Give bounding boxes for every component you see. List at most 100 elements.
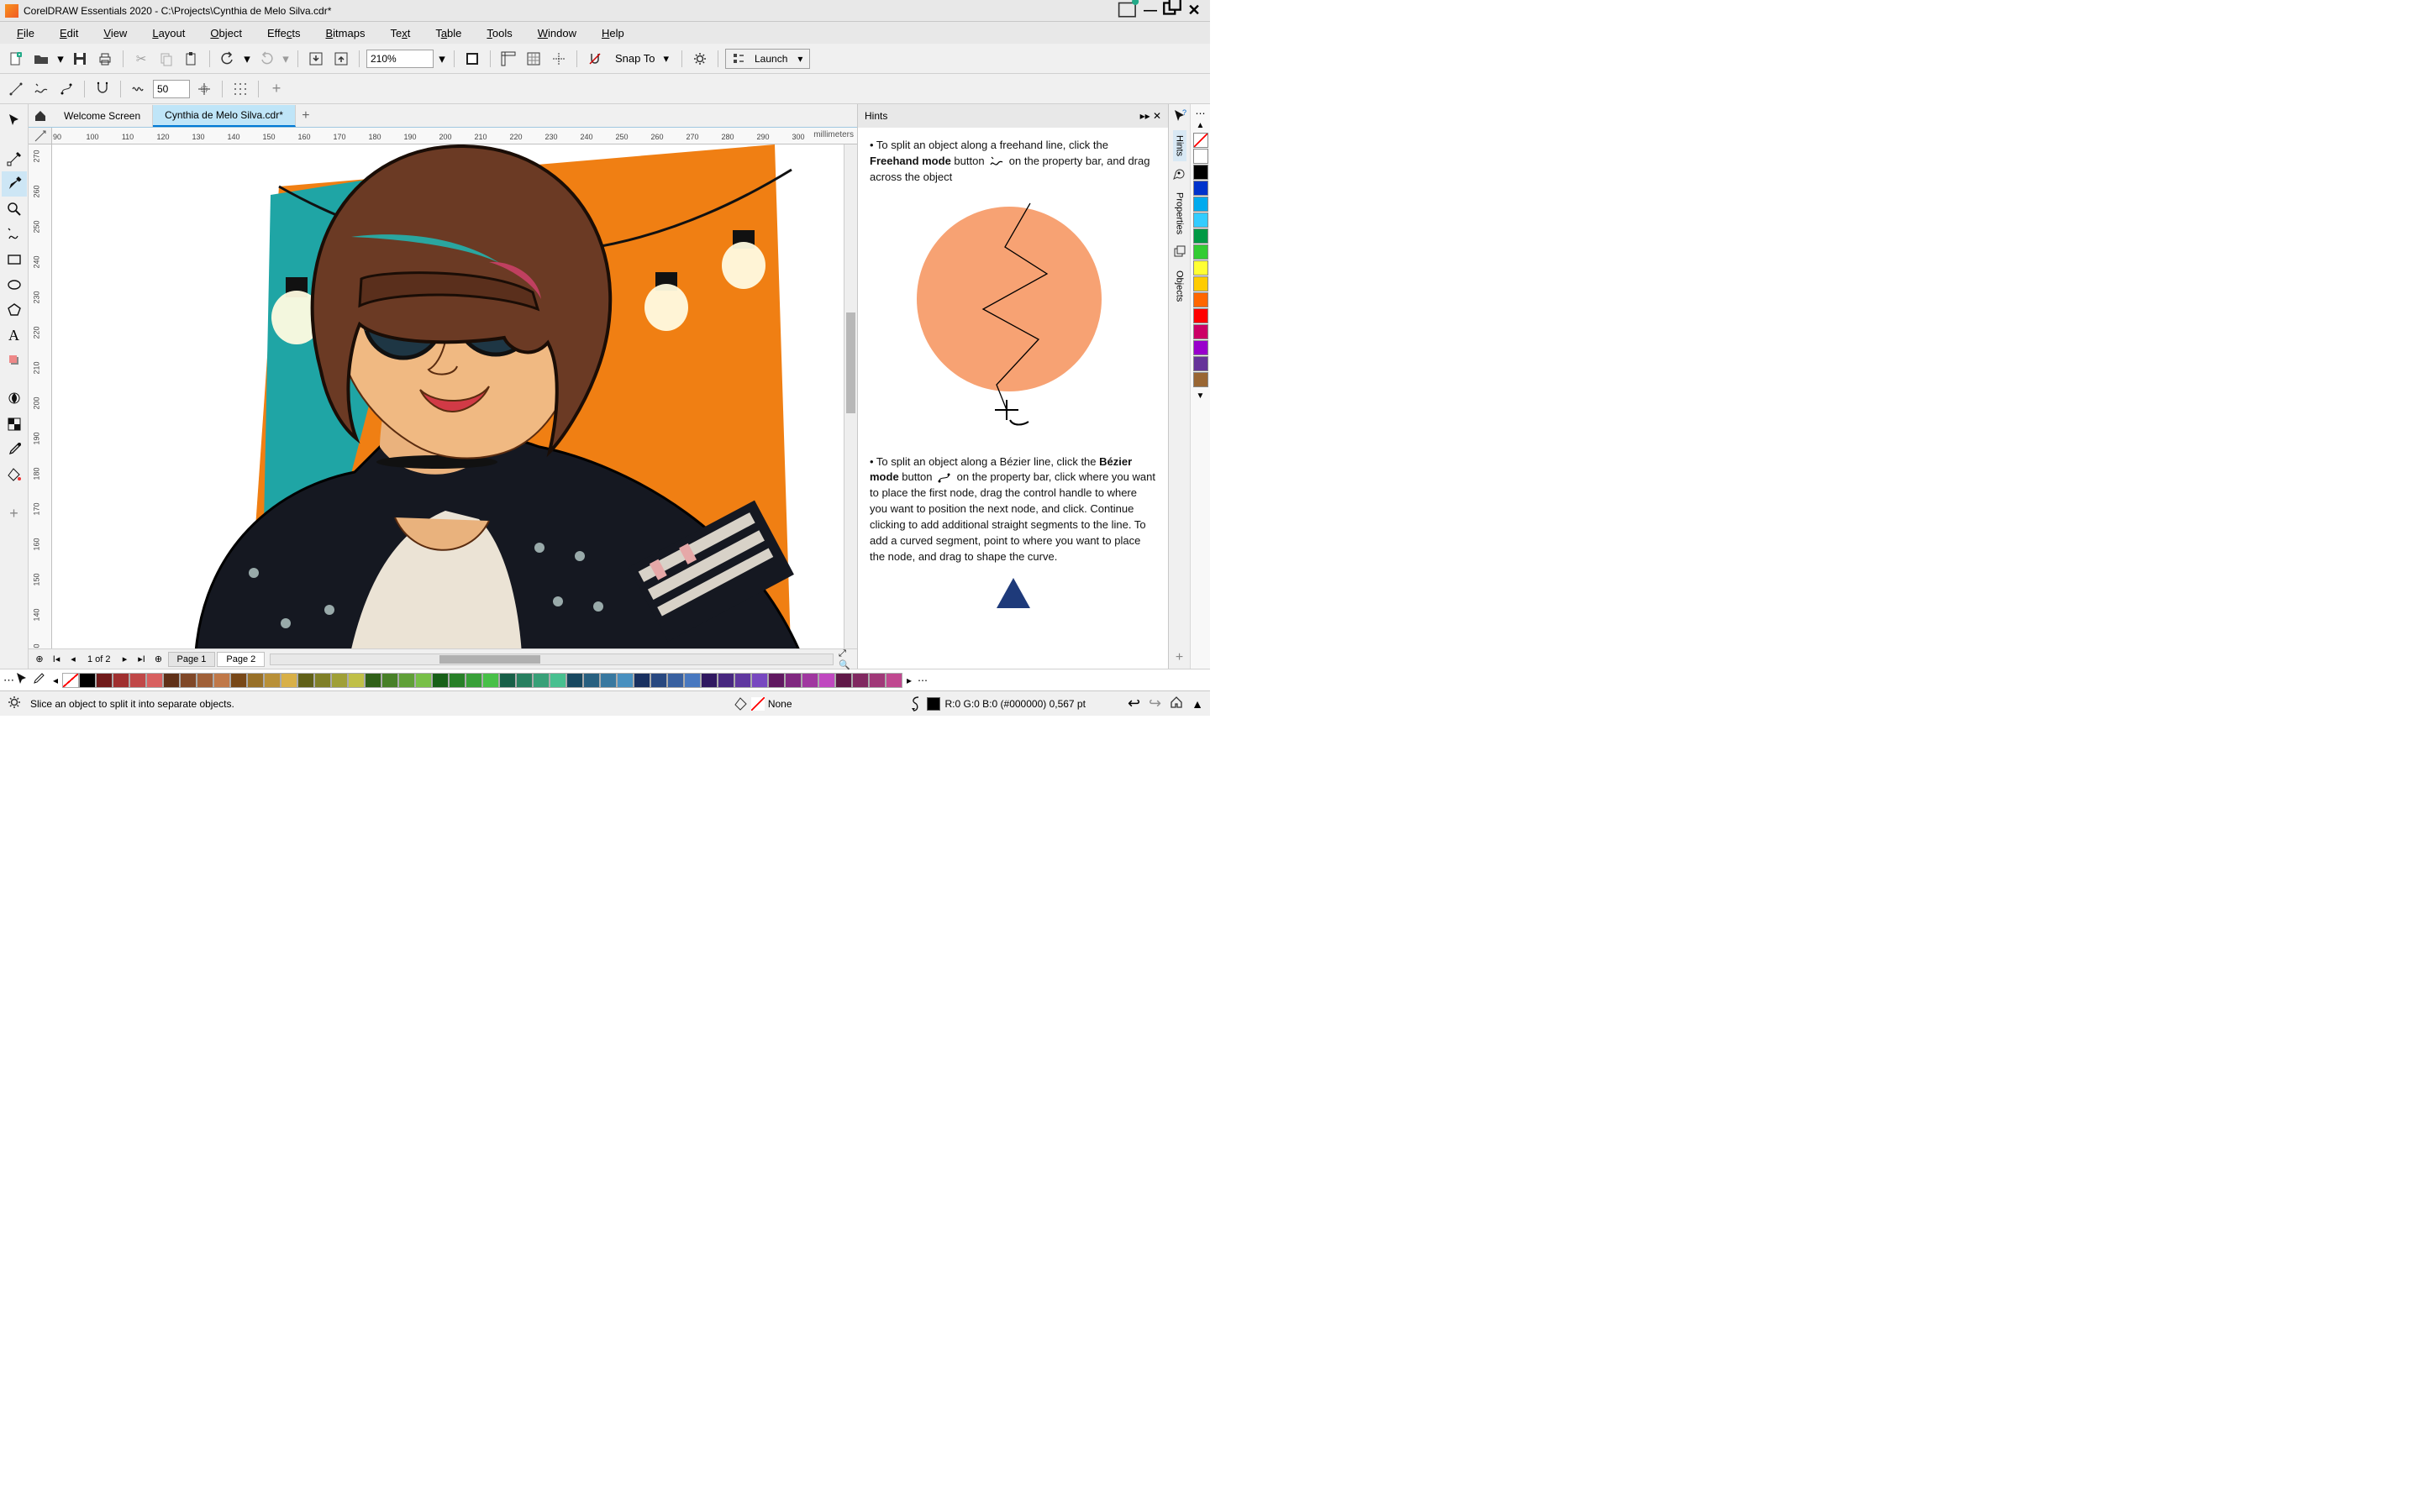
color-swatch[interactable] [146,673,163,688]
menu-bitmaps[interactable]: Bitmaps [313,24,376,42]
snap-to-button[interactable]: Snap To▾ [609,49,675,69]
color-swatch[interactable] [667,673,684,688]
page-add[interactable]: ⊕ [151,652,166,667]
fullscreen-button[interactable] [461,48,483,70]
ruler-corner[interactable] [29,128,52,144]
page-add-icon[interactable]: ⊕ [32,652,47,667]
menu-layout[interactable]: Layout [140,24,197,42]
options-icon[interactable] [7,695,22,712]
menu-table[interactable]: Table [424,24,473,42]
new-button[interactable] [5,48,27,70]
color-swatch[interactable] [449,673,466,688]
hints-header[interactable]: Hints ▸▸ ✕ [858,104,1168,128]
freehand-tool[interactable] [2,222,27,247]
menu-edit[interactable]: Edit [48,24,90,42]
grid-button[interactable] [523,48,544,70]
menu-object[interactable]: Object [198,24,254,42]
color-swatch[interactable] [617,673,634,688]
color-swatch[interactable] [516,673,533,688]
color-swatch[interactable] [634,673,650,688]
menu-file[interactable]: File [5,24,46,42]
open-dropdown[interactable]: ▾ [55,48,66,70]
undo-button[interactable] [217,48,239,70]
color-swatch[interactable] [533,673,550,688]
color-swatch[interactable] [550,673,566,688]
options-button[interactable] [689,48,711,70]
pattern-tool[interactable] [2,412,27,437]
save-button[interactable] [69,48,91,70]
color-swatch[interactable] [1193,340,1208,355]
color-swatch[interactable] [230,673,247,688]
palette-right[interactable]: ▸ [902,675,916,686]
shape-tool[interactable] [2,146,27,171]
auto-close-button[interactable] [193,78,215,100]
color-swatch[interactable] [818,673,835,688]
cut-button[interactable]: ✂ [130,48,152,70]
color-swatch[interactable] [1193,308,1208,323]
color-swatch[interactable] [432,673,449,688]
add-tool-button[interactable]: + [2,501,27,526]
menu-view[interactable]: View [92,24,139,42]
color-swatch[interactable] [1193,260,1208,276]
color-swatch[interactable] [1193,213,1208,228]
color-swatch[interactable] [1193,356,1208,371]
color-swatch[interactable] [1193,228,1208,244]
color-swatch[interactable] [701,673,718,688]
color-swatch[interactable] [113,673,129,688]
color-swatch[interactable] [1193,165,1208,180]
tab-hints[interactable]: Hints [1173,130,1186,161]
color-palette-vertical[interactable]: ⋯ ▲ ▼ [1190,104,1210,669]
snap-off-button[interactable] [584,48,606,70]
color-swatch[interactable] [600,673,617,688]
ruler-vertical[interactable]: 2702602502402302202102001901801701601501… [29,144,52,648]
menu-help[interactable]: Help [590,24,636,42]
color-swatch[interactable] [499,673,516,688]
zoom-dropdown[interactable]: ▾ [437,48,447,70]
color-swatch[interactable] [415,673,432,688]
menu-effects[interactable]: Effects [255,24,313,42]
color-swatch[interactable] [650,673,667,688]
color-swatch[interactable] [718,673,734,688]
nav-home[interactable] [1170,696,1183,711]
color-swatch[interactable] [835,673,852,688]
rulers-button[interactable] [497,48,519,70]
redo-button[interactable] [255,48,277,70]
color-swatch[interactable] [348,673,365,688]
menu-text[interactable]: Text [378,24,422,42]
nav-fwd[interactable]: ↪ [1149,695,1161,712]
ruler-horizontal[interactable]: millimeters90100110120130140150160170180… [52,128,857,144]
dropshadow-tool[interactable] [2,348,27,373]
bounding-box-button[interactable] [229,78,251,100]
bezier-mode-button[interactable] [55,78,77,100]
scrollbar-horizontal[interactable] [270,654,834,665]
new-tab-button[interactable]: + [296,108,316,123]
transparency-tool[interactable] [2,386,27,412]
color-swatch[interactable] [1193,276,1208,291]
page-last[interactable]: ▸I [134,652,150,667]
color-swatch[interactable] [96,673,113,688]
fill-tool[interactable] [2,462,27,487]
objects-icon[interactable] [1173,244,1186,260]
tab-objects[interactable]: Objects [1173,265,1186,307]
zoom-input[interactable] [366,50,434,68]
add-toolbar-button[interactable]: + [266,78,287,100]
add-docker-button[interactable]: + [1172,647,1186,669]
color-swatch[interactable] [79,673,96,688]
color-swatch[interactable] [398,673,415,688]
redo-dropdown[interactable]: ▾ [281,48,291,70]
color-swatch[interactable] [281,673,297,688]
export-button[interactable] [330,48,352,70]
color-swatch[interactable] [129,673,146,688]
menu-window[interactable]: Window [526,24,588,42]
color-swatch[interactable] [1193,181,1208,196]
tab-properties[interactable]: Properties [1173,187,1186,239]
print-button[interactable] [94,48,116,70]
home-tab[interactable] [29,105,52,127]
color-swatch[interactable] [751,673,768,688]
freq-input[interactable] [153,80,190,98]
share-button[interactable] [1118,0,1139,24]
color-swatch[interactable] [331,673,348,688]
copy-button[interactable] [155,48,177,70]
color-swatch[interactable] [1193,292,1208,307]
page-tab-2[interactable]: Page 2 [217,652,265,667]
